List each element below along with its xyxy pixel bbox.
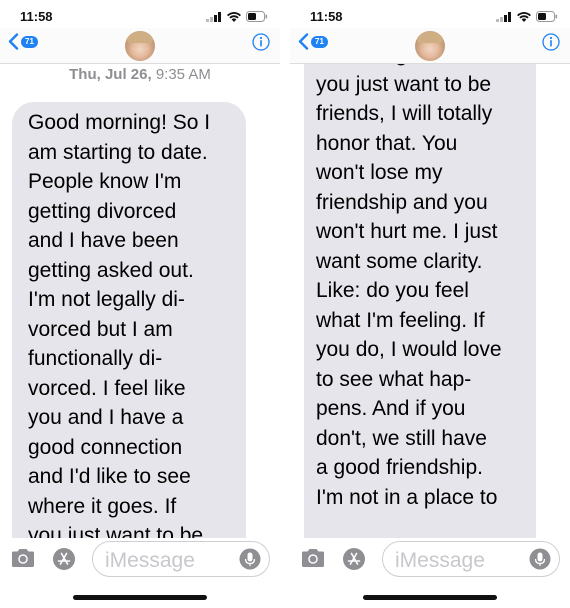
- signal-icon: [206, 11, 221, 22]
- conversation[interactable]: where it goes. If you just want to be fr…: [290, 64, 570, 538]
- status-time: 11:58: [20, 9, 53, 24]
- status-time: 11:58: [310, 9, 343, 24]
- back-chevron-icon: [8, 33, 19, 50]
- unread-badge: 71: [21, 35, 38, 48]
- message-placeholder: iMessage: [105, 549, 195, 572]
- battery-icon: [536, 11, 558, 22]
- nav-bar: 71: [290, 28, 570, 64]
- input-bar: iMessage: [290, 538, 570, 582]
- app-store-icon: [53, 548, 75, 570]
- camera-icon: [12, 549, 34, 567]
- back-button[interactable]: 71: [8, 33, 38, 50]
- info-icon: [252, 33, 270, 51]
- contact-avatar[interactable]: [415, 31, 445, 61]
- conversation[interactable]: Thu, Jul 26, 9:35 AM Good morning! So I …: [0, 64, 280, 538]
- status-icons: [206, 11, 268, 22]
- back-button[interactable]: 71: [298, 33, 328, 50]
- received-message-bubble[interactable]: where it goes. If you just want to be fr…: [304, 64, 536, 538]
- camera-icon: [302, 549, 324, 567]
- status-bar: 11:58: [290, 0, 570, 30]
- microphone-icon: [239, 548, 261, 570]
- info-icon: [542, 33, 560, 51]
- dictation-button[interactable]: [529, 548, 551, 575]
- wifi-icon: [517, 11, 531, 22]
- message-input[interactable]: iMessage: [382, 541, 560, 577]
- contact-avatar[interactable]: [125, 31, 155, 61]
- camera-button[interactable]: [10, 548, 36, 573]
- back-chevron-icon: [298, 33, 309, 50]
- home-indicator[interactable]: [363, 595, 497, 600]
- timestamp-date: Thu, Jul 26,: [69, 66, 152, 83]
- timestamp-time: 9:35 AM: [155, 66, 211, 83]
- camera-button[interactable]: [300, 548, 326, 573]
- home-indicator[interactable]: [73, 595, 207, 600]
- received-message-bubble[interactable]: Good morning! So I am starting to date. …: [12, 102, 246, 538]
- wifi-icon: [227, 11, 241, 22]
- signal-icon: [496, 11, 511, 22]
- message-placeholder: iMessage: [395, 549, 485, 572]
- status-bar: 11:58: [0, 0, 280, 30]
- app-store-icon: [343, 548, 365, 570]
- input-bar: iMessage: [0, 538, 280, 582]
- nav-bar: 71: [0, 28, 280, 64]
- message-input[interactable]: iMessage: [92, 541, 270, 577]
- battery-icon: [246, 11, 268, 22]
- status-icons: [496, 11, 558, 22]
- info-button[interactable]: [542, 33, 560, 56]
- screen-right: 11:58 71 you just want to be friends, I …: [290, 0, 570, 608]
- microphone-icon: [529, 548, 551, 570]
- apps-button[interactable]: [342, 547, 366, 576]
- screen-left: 11:58 71 Thu, Jul 26, 9:35 AM Good morni…: [0, 0, 280, 608]
- apps-button[interactable]: [52, 547, 76, 576]
- message-timestamp: Thu, Jul 26, 9:35 AM: [0, 66, 280, 83]
- dictation-button[interactable]: [239, 548, 261, 575]
- info-button[interactable]: [252, 33, 270, 56]
- unread-badge: 71: [311, 35, 328, 48]
